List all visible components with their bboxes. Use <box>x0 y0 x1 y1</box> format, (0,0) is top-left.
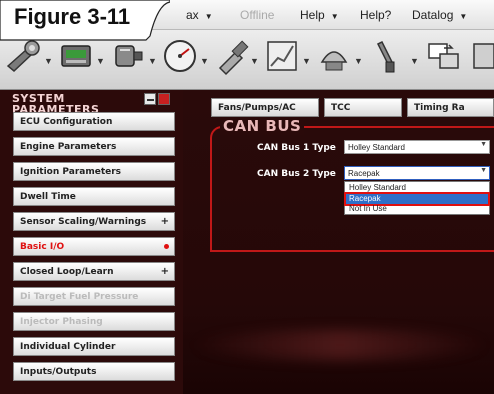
dropdown-arrow-icon[interactable]: ▼ <box>410 56 419 66</box>
menu-item-help[interactable]: Help ▼ <box>300 8 339 22</box>
sidebar-item-label: Di Target Fuel Pressure <box>20 292 139 302</box>
wrench-icon[interactable] <box>4 36 44 76</box>
tab-timing[interactable]: Timing Ra <box>407 98 494 117</box>
dropdown-arrow-icon[interactable]: ▼ <box>96 56 105 66</box>
menu-item-datalog[interactable]: Datalog ▼ <box>412 8 467 22</box>
select-value: Holley Standard <box>348 143 405 152</box>
data-icon[interactable] <box>314 36 354 76</box>
chevron-down-icon[interactable]: ▼ <box>480 141 487 148</box>
sidebar-item-label: Engine Parameters <box>20 142 117 152</box>
sidebar-item-ignition-parameters[interactable]: Ignition Parameters <box>13 162 175 181</box>
sidebar-item-label: Ignition Parameters <box>20 167 122 177</box>
dropdown-arrow-icon[interactable]: ▼ <box>354 56 363 66</box>
menu-item-label: Help? <box>360 8 392 22</box>
sidebar-item-basic-io[interactable]: Basic I/O <box>13 237 175 256</box>
menu-item-label: Offline <box>240 8 275 22</box>
can-bus-2-type-select[interactable]: Racepak ▼ <box>344 166 490 180</box>
sidebar-item-di-target-fuel-pressure: Di Target Fuel Pressure <box>13 287 175 306</box>
sidebar-item-label: Basic I/O <box>20 242 65 252</box>
dropdown-option-holley-standard[interactable]: Holley Standard <box>346 183 488 193</box>
can-bus-title: CAN BUS <box>220 117 305 135</box>
dropdown-arrow-icon[interactable]: ▼ <box>250 56 259 66</box>
tab-label: Timing Ra <box>414 103 465 113</box>
sidebar-item-individual-cylinder[interactable]: Individual Cylinder <box>13 337 175 356</box>
menu-item-ax[interactable]: ax ▼ <box>186 8 213 22</box>
sidebar-item-label: Closed Loop/Learn <box>20 267 114 277</box>
can-bus-2-dropdown-list: Holley Standard Racepak Not In Use <box>344 181 490 215</box>
panel-glow <box>190 330 490 360</box>
menu-item-label: Help <box>300 8 325 22</box>
chevron-down-icon: ▼ <box>204 12 213 21</box>
menu-item-label: ax <box>186 8 199 22</box>
sidebar-item-injector-phasing: Injector Phasing <box>13 312 175 331</box>
sidebar-item-label: Injector Phasing <box>20 317 103 327</box>
dropdown-option-not-in-use[interactable]: Not In Use <box>346 204 488 214</box>
chevron-down-icon: ▼ <box>330 12 339 21</box>
expand-icon[interactable]: + <box>161 266 169 277</box>
probe-icon[interactable] <box>368 36 408 76</box>
sidebar-item-label: Sensor Scaling/Warnings <box>20 217 147 227</box>
sensor-icon[interactable] <box>108 36 148 76</box>
sidebar-item-label: ECU Configuration <box>20 117 113 127</box>
menu-item-label: Datalog <box>412 8 454 22</box>
tab-label: Fans/Pumps/AC <box>218 103 296 113</box>
dropdown-option-racepak[interactable]: Racepak <box>344 192 490 206</box>
sidebar-item-label: Dwell Time <box>20 192 76 202</box>
tab-tcc[interactable]: TCC <box>324 98 402 117</box>
dropdown-arrow-icon[interactable]: ▼ <box>44 56 53 66</box>
sidebar-item-engine-parameters[interactable]: Engine Parameters <box>13 137 175 156</box>
chevron-down-icon: ▼ <box>459 12 468 21</box>
figure-label: Figure 3-11 <box>14 4 131 29</box>
sidebar-item-sensor-scaling-warnings[interactable]: Sensor Scaling/Warnings + <box>13 212 175 231</box>
tab-label: TCC <box>331 103 351 113</box>
dropdown-arrow-icon[interactable]: ▼ <box>302 56 311 66</box>
close-icon[interactable] <box>158 93 170 105</box>
sidebar-item-dwell-time[interactable]: Dwell Time <box>13 187 175 206</box>
can-bus-1-type-label: CAN Bus 1 Type <box>257 143 336 153</box>
sidebar-item-label: Inputs/Outputs <box>20 367 97 377</box>
dropdown-arrow-icon[interactable]: ▼ <box>148 56 157 66</box>
more-tools-icon[interactable] <box>470 36 494 76</box>
menu-item-help-question[interactable]: Help? <box>360 8 391 22</box>
tab-fans-pumps-ac[interactable]: Fans/Pumps/AC <box>211 98 319 117</box>
chart-icon[interactable] <box>262 36 302 76</box>
chevron-down-icon[interactable]: ▼ <box>480 167 487 174</box>
select-value: Racepak <box>348 169 380 178</box>
can-bus-2-type-label: CAN Bus 2 Type <box>257 169 336 179</box>
expand-icon[interactable]: + <box>161 216 169 227</box>
compare-icon[interactable] <box>424 36 464 76</box>
dropdown-arrow-icon[interactable]: ▼ <box>200 56 209 66</box>
figure-label-tab: Figure 3-11 <box>0 0 170 42</box>
sidebar-item-closed-loop-learn[interactable]: Closed Loop/Learn + <box>13 262 175 281</box>
active-indicator-icon <box>164 244 169 249</box>
ecu-icon[interactable] <box>56 36 96 76</box>
injector-icon[interactable] <box>212 36 252 76</box>
sidebar-item-ecu-configuration[interactable]: ECU Configuration <box>13 112 175 131</box>
gauge-icon[interactable] <box>160 36 200 76</box>
menu-item-offline: Offline <box>240 8 274 22</box>
can-bus-1-type-select[interactable]: Holley Standard ▼ <box>344 140 490 154</box>
sidebar-item-inputs-outputs[interactable]: Inputs/Outputs <box>13 362 175 381</box>
sidebar-item-label: Individual Cylinder <box>20 342 116 352</box>
minimize-icon[interactable] <box>144 93 156 105</box>
